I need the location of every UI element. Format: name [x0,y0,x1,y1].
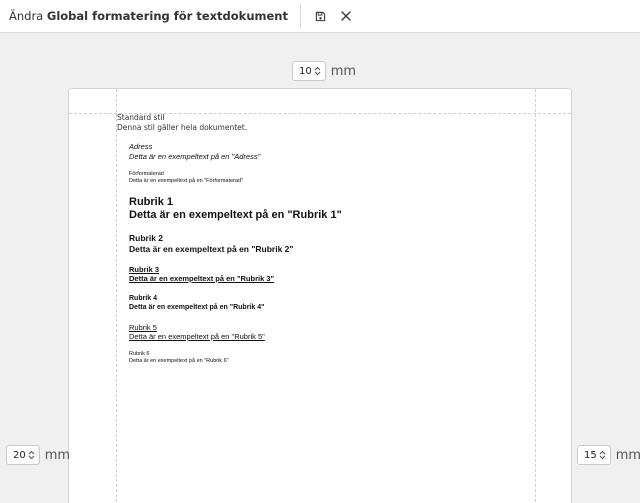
style-rubrik-5[interactable]: Rubrik 5 Detta är en exempeltext på en "… [129,323,527,341]
style-adress-sample: Detta är en exempeltext på en "Adress" [129,151,261,161]
close-button[interactable] [335,5,357,27]
standard-style-desc: Denna stil gäller hela dokumentet. [117,123,248,132]
style-rubrik-1-sample: Detta är en exempeltext på en "Rubrik 1" [129,209,342,221]
right-margin-value: 15 [584,449,597,461]
save-icon [315,11,325,21]
style-rubrik-3-sample: Detta är en exempeltext på en "Rubrik 3" [129,274,275,283]
style-adress[interactable]: Adress Detta är en exempeltext på en "Ad… [129,142,527,161]
style-rubrik-6-sample: Detta är en exempeltext på en "Rubrik 6" [129,358,229,364]
style-rubrik-4[interactable]: Rubrik 4 Detta är en exempeltext på en "… [129,294,527,312]
save-button[interactable] [309,5,331,27]
style-forformaterad[interactable]: Förformaterad Detta är en exempeltext på… [129,171,527,185]
page-content: Standard stil Denna stil gäller hela dok… [117,113,527,375]
style-rubrik-5-name: Rubrik 5 [129,323,157,332]
style-rubrik-1[interactable]: Rubrik 1 Detta är en exempeltext på en "… [129,196,527,222]
style-rubrik-2[interactable]: Rubrik 2 Detta är en exempeltext på en "… [129,233,527,255]
header-divider [300,4,301,28]
dialog-header: Ändra Global formatering för textdokumen… [0,0,640,33]
style-forformaterad-name: Förformaterad [129,171,164,177]
left-margin-control: 20 mm [6,445,70,465]
right-margin-stepper[interactable]: 15 [577,445,611,465]
style-rubrik-4-name: Rubrik 4 [129,295,158,302]
style-rubrik-6[interactable]: Rubrik 6 Detta är en exempeltext på en "… [129,351,527,365]
standard-style-title[interactable]: Standard stil [117,113,527,123]
left-margin-unit: mm [44,447,71,463]
style-rubrik-2-sample: Detta är en exempeltext på en "Rubrik 2" [129,244,294,254]
stepper-arrows-icon[interactable] [314,66,321,76]
style-samples: Adress Detta är en exempeltext på en "Ad… [129,142,527,365]
stepper-arrows-icon[interactable] [599,450,606,460]
stepper-arrows-icon[interactable] [28,450,35,460]
left-margin-value: 20 [13,449,26,461]
style-rubrik-2-name: Rubrik 2 [129,233,164,243]
title-prefix: Ändra [9,9,44,23]
dialog-title: Ändra Global formatering för textdokumen… [0,9,288,23]
style-forformaterad-sample: Detta är en exempeltext på en "Förformat… [129,178,243,184]
style-adress-name: Adress [129,142,153,151]
title-style-name: Global formatering för textdokument [46,9,288,23]
top-margin-stepper[interactable]: 10 [292,61,326,81]
style-rubrik-3-name: Rubrik 3 [129,265,160,274]
top-margin-value: 10 [299,65,312,77]
right-margin-unit: mm [615,447,640,463]
close-icon [341,11,351,21]
top-margin-control: 10 mm [292,61,356,81]
right-margin-guide [535,89,536,503]
style-rubrik-5-sample: Detta är en exempeltext på en "Rubrik 5" [129,332,265,341]
right-margin-control: 15 mm [577,445,640,465]
page-preview: Standard stil Denna stil gäller hela dok… [68,88,572,503]
style-rubrik-4-sample: Detta är en exempeltext på en "Rubrik 4" [129,304,265,311]
top-margin-unit: mm [330,63,357,79]
style-rubrik-1-name: Rubrik 1 [129,196,174,208]
style-rubrik-3[interactable]: Rubrik 3 Detta är en exempeltext på en "… [129,265,527,283]
style-rubrik-6-name: Rubrik 6 [129,351,150,357]
left-margin-stepper[interactable]: 20 [6,445,40,465]
